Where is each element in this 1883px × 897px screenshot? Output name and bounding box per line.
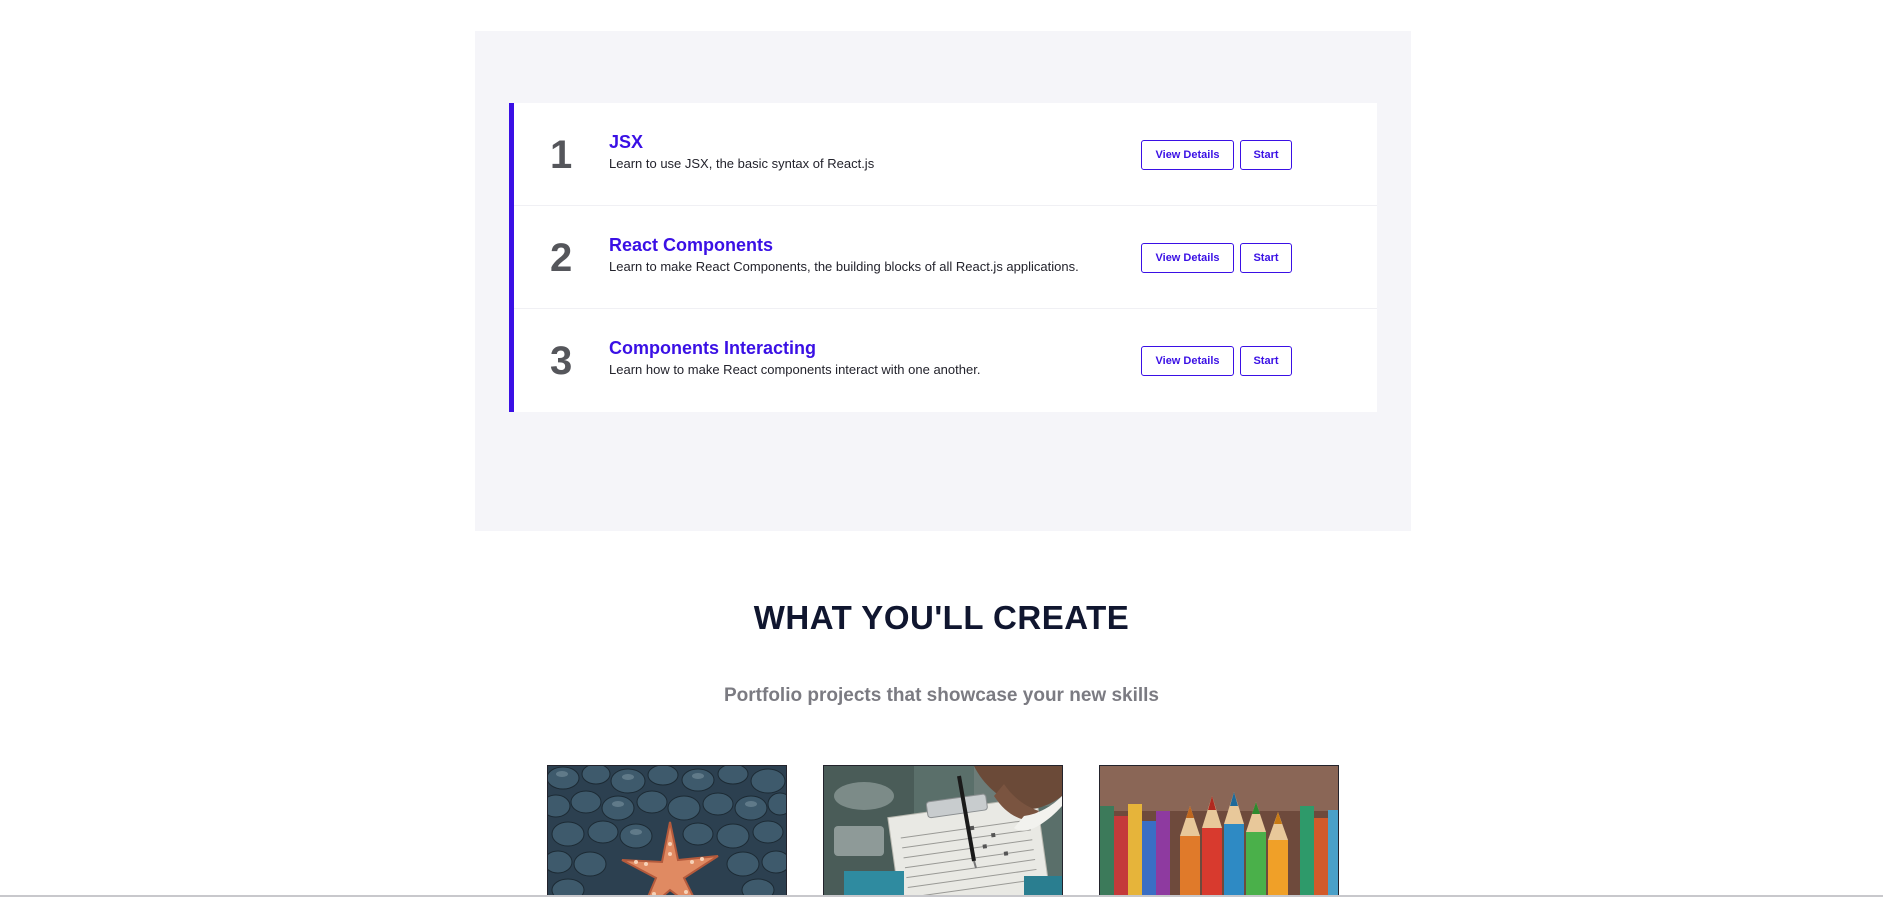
lesson-title-link[interactable]: JSX [609,131,643,153]
view-details-button[interactable]: View Details [1141,140,1234,170]
lesson-number: 2 [550,236,573,280]
lesson-number: 3 [550,339,573,383]
start-button[interactable]: Start [1240,243,1292,273]
lesson-description: Learn how to make React components inter… [609,362,981,377]
start-button[interactable]: Start [1240,140,1292,170]
syllabus-panel: 1 JSX Learn to use JSX, the basic syntax… [475,31,1411,531]
section-heading: WHAT YOU'LL CREATE [753,599,1130,636]
lesson-item: 3 Components Interacting Learn how to ma… [514,309,1377,412]
start-button[interactable]: Start [1240,346,1292,376]
project-card-clipboard[interactable] [823,765,1063,897]
view-details-button[interactable]: View Details [1141,243,1234,273]
project-card-pencils[interactable] [1099,765,1339,897]
lesson-list: 1 JSX Learn to use JSX, the basic syntax… [509,103,1377,412]
project-card-starfish[interactable] [547,765,787,897]
lesson-description: Learn to make React Components, the buil… [609,259,1079,274]
pencils-image [1100,766,1338,896]
lesson-description: Learn to use JSX, the basic syntax of Re… [609,156,875,171]
lesson-number: 1 [550,133,573,177]
lesson-title-link[interactable]: Components Interacting [609,337,816,359]
lesson-title-link[interactable]: React Components [609,234,773,256]
lesson-item: 1 JSX Learn to use JSX, the basic syntax… [514,103,1377,206]
clipboard-image [824,766,1062,896]
lesson-item: 2 React Components Learn to make React C… [514,206,1377,309]
section-subheading: Portfolio projects that showcase your ne… [724,685,1159,706]
starfish-image [548,766,786,896]
view-details-button[interactable]: View Details [1141,346,1234,376]
page: 1 JSX Learn to use JSX, the basic syntax… [0,0,1883,897]
